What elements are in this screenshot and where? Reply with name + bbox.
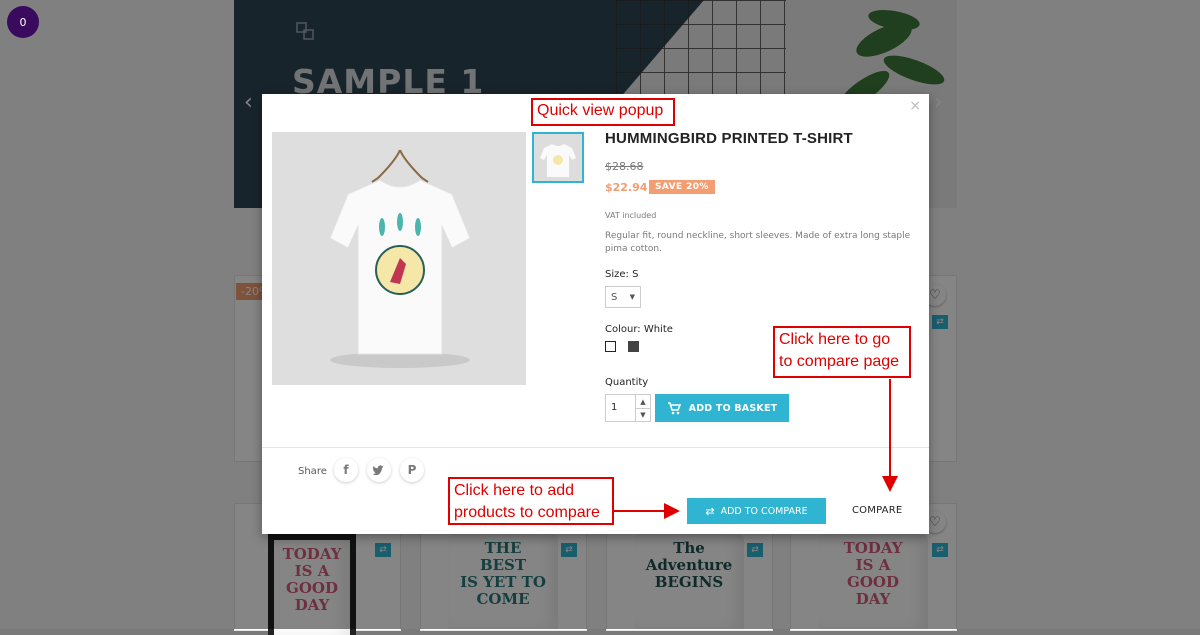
add-to-basket-button[interactable]: ADD TO BASKET — [655, 394, 789, 422]
product-main-image — [272, 132, 526, 385]
annotation-add-products: Click here to add products to compare — [448, 477, 614, 525]
quantity-stepper[interactable]: 1 ▲ ▼ — [605, 394, 651, 422]
size-select[interactable]: S ▼ — [605, 286, 641, 308]
facebook-icon[interactable]: f — [334, 458, 358, 482]
chevron-down-icon[interactable]: ▼ — [635, 408, 650, 421]
discount-badge: SAVE 20% — [649, 180, 715, 194]
product-description: Regular fit, round neckline, short sleev… — [605, 231, 911, 254]
product-title: HUMMINGBIRD PRINTED T-SHIRT — [605, 130, 853, 147]
size-value: S — [611, 291, 618, 303]
annotation-quick-view-text: Quick view popup — [537, 102, 664, 119]
quantity-label: Quantity — [605, 377, 649, 388]
chevron-up-icon[interactable]: ▲ — [635, 395, 650, 409]
annotation-add-products-line2: products to compare — [454, 504, 600, 521]
close-icon[interactable]: × — [909, 98, 921, 114]
annotation-compare-page-line1: Click here to go — [779, 331, 891, 348]
share-label: Share — [298, 466, 327, 477]
quick-view-modal: × HUMMINGBIRD PRINTED T-SHIRT $28.68 $22… — [262, 94, 929, 534]
colour-label: Colour: White — [605, 324, 673, 335]
modal-divider — [262, 447, 929, 448]
current-price: $22.94 — [605, 181, 648, 194]
tax-note: VAT included — [605, 211, 657, 220]
pinterest-icon[interactable]: P — [400, 458, 424, 482]
notification-badge[interactable]: 0 — [7, 6, 39, 38]
product-thumbnail[interactable] — [532, 132, 584, 183]
add-to-compare-label: ADD TO COMPARE — [720, 505, 808, 517]
tshirt-image — [329, 149, 471, 368]
compare-arrows-icon: ⇄ — [705, 504, 715, 518]
annotation-add-products-line1: Click here to add — [454, 482, 575, 499]
annotation-compare-page: Click here to go to compare page — [773, 326, 911, 378]
add-to-basket-label: ADD TO BASKET — [688, 402, 778, 414]
annotation-compare-page-line2: to compare page — [779, 353, 900, 370]
annotation-quick-view: Quick view popup — [531, 98, 675, 126]
twitter-icon[interactable] — [367, 458, 391, 482]
add-to-compare-button[interactable]: ⇄ ADD TO COMPARE — [687, 498, 826, 524]
colour-swatch-grey[interactable] — [628, 341, 639, 352]
compare-link[interactable]: COMPARE — [852, 505, 902, 516]
size-label: Size: S — [605, 269, 639, 280]
colour-swatch-white[interactable] — [605, 341, 616, 352]
cart-icon — [667, 401, 681, 414]
regular-price: $28.68 — [605, 160, 644, 173]
caret-down-icon: ▼ — [629, 293, 635, 301]
quantity-input[interactable]: 1 — [611, 402, 617, 413]
